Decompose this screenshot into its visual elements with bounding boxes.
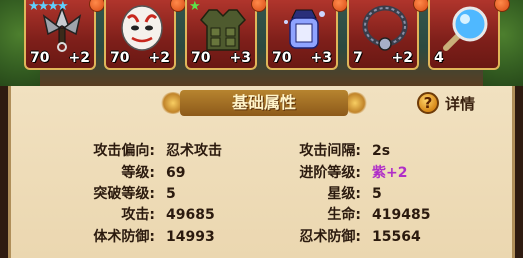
- stat-label-level: 等级:: [121, 165, 155, 181]
- stat-value-hp: 419485: [372, 207, 431, 223]
- equipment-slot-1[interactable]: ★★★★ 70 +2: [24, 0, 96, 70]
- necklace-icon: [362, 5, 408, 51]
- details-button[interactable]: ? 详情: [417, 90, 497, 118]
- item-level: 4: [434, 50, 444, 66]
- item-enhance: +2: [391, 50, 413, 66]
- star-icon: ★: [37, 0, 50, 14]
- stat-label-ninjutsu-def: 忍术防御:: [299, 229, 361, 245]
- item-level: 7: [353, 50, 363, 66]
- item-enhance: +2: [68, 50, 90, 66]
- item-level: 70: [110, 50, 130, 66]
- equipment-slot-2[interactable]: 70 +2: [104, 0, 176, 70]
- equipment-slot-3[interactable]: ★ 70 +3: [185, 0, 257, 70]
- equipment-slot-4[interactable]: 70 +3: [266, 0, 338, 70]
- stat-value-attack: 49685: [166, 207, 215, 223]
- stat-value-attack-bias: 忍术攻击: [166, 143, 222, 159]
- stat-label-star-level: 星级:: [327, 186, 361, 202]
- equipment-slot-6[interactable]: 4: [428, 0, 500, 70]
- question-icon: ?: [417, 92, 439, 114]
- magnifier-orb-icon: [443, 6, 488, 51]
- stat-label-advance-level: 进阶等级:: [299, 165, 361, 181]
- item-level: 70: [272, 50, 292, 66]
- star-rating: ★: [189, 0, 201, 14]
- stat-label-attack-interval: 攻击间隔:: [299, 143, 361, 159]
- item-level: 70: [30, 50, 50, 66]
- mask-icon: [121, 5, 163, 51]
- stat-value-ninjutsu-def: 15564: [372, 229, 421, 245]
- stat-value-attack-interval: 2s: [372, 143, 391, 159]
- stat-value-breakthrough: 5: [166, 186, 176, 202]
- stat-value-level: 69: [166, 165, 186, 181]
- stat-label-attack-bias: 攻击偏向:: [93, 143, 155, 159]
- star-icon: ★: [56, 0, 69, 14]
- item-enhance: +3: [310, 50, 332, 66]
- star-icon: ★: [47, 0, 59, 14]
- charm-icon: [284, 9, 325, 49]
- stat-value-star-level: 5: [372, 186, 382, 202]
- star-icon: ★: [28, 0, 40, 14]
- details-label: 详情: [445, 95, 476, 113]
- item-level: 70: [191, 50, 211, 66]
- star-rating: ★★★★: [28, 0, 69, 14]
- stat-label-hp: 生命:: [327, 207, 361, 223]
- panel-title: 基础属性: [231, 93, 296, 112]
- stat-label-taijutsu-def: 体术防御:: [93, 229, 155, 245]
- equipment-slot-5[interactable]: 7 +2: [347, 0, 419, 70]
- item-enhance: +3: [229, 50, 251, 66]
- stat-value-taijutsu-def: 14993: [166, 229, 215, 245]
- stat-label-breakthrough: 突破等级:: [93, 186, 155, 202]
- vest-icon: [199, 9, 247, 51]
- star-icon: ★: [189, 0, 201, 14]
- stat-value-advance-level: 紫+2: [372, 165, 408, 181]
- stat-label-attack: 攻击:: [121, 207, 155, 223]
- item-enhance: +2: [148, 50, 170, 66]
